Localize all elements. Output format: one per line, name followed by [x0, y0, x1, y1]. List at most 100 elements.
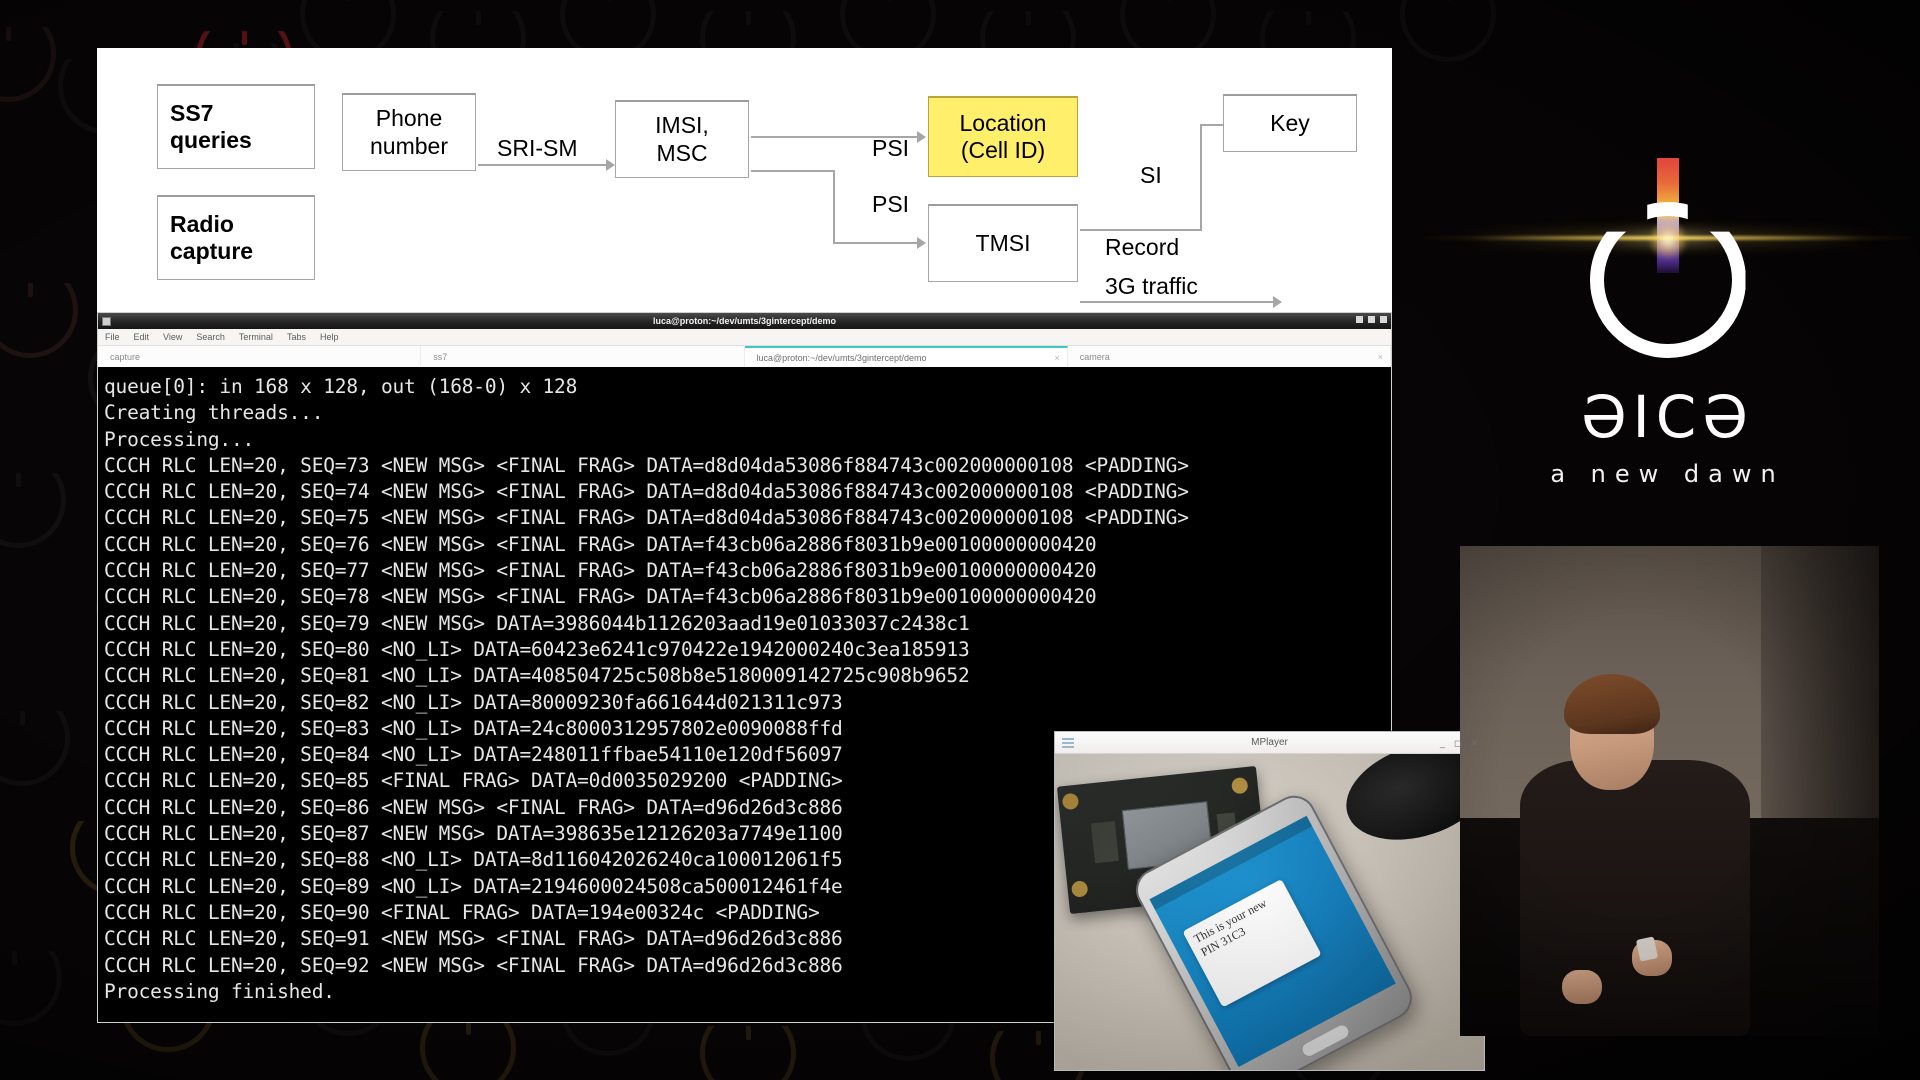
diagram-edge-record-traffic: [1080, 301, 1275, 303]
diagram-box-imsi-msc[interactable]: IMSI, MSC: [615, 100, 749, 178]
mplayer-window[interactable]: MPlayer _ ◻ ✕ This is your new PIN 31C3: [1054, 731, 1485, 1071]
maximize-icon[interactable]: ◻: [1454, 738, 1461, 749]
menu-item-terminal[interactable]: Terminal: [239, 332, 273, 342]
minimize-icon[interactable]: [1356, 316, 1363, 323]
terminal-line: CCCH RLC LEN=20, SEQ=80 <NO_LI> DATA=604…: [104, 637, 970, 661]
terminal-line: queue[0]: in 168 x 128, out (168-0) x 12…: [104, 375, 578, 398]
power-symbol-icon: [1400, 0, 1496, 62]
menu-item-file[interactable]: File: [105, 332, 120, 342]
terminal-window-title: luca@proton:~/dev/umts/3gintercept/demo: [652, 316, 837, 326]
diagram-box-ss7-queries[interactable]: SS7 queries: [157, 84, 315, 169]
power-button-icon: [1589, 202, 1746, 358]
speaker-body: [1520, 760, 1750, 1036]
box-line: queries: [170, 127, 252, 153]
speaker-camera-feed: [1460, 546, 1879, 1036]
diagram-edge-tmsi-to-key-h: [1080, 229, 1202, 231]
box-line: Key: [1270, 109, 1310, 136]
attack-flow-diagram: SS7 queries Radio capture Phone number I…: [97, 48, 1392, 312]
conference-logo: ƏICƏ a new dawn: [1415, 70, 1920, 540]
close-icon[interactable]: ✕: [1470, 738, 1478, 749]
menu-item-tabs[interactable]: Tabs: [287, 332, 306, 342]
diagram-arrowhead: [917, 131, 926, 143]
diagram-edge-tmsi-to-key-v: [1200, 124, 1202, 231]
terminal-line: CCCH RLC LEN=20, SEQ=74 <NEW MSG> <FINAL…: [104, 480, 1189, 504]
diagram-edge-imsi-to-tmsi-h2: [833, 242, 919, 244]
terminal-line: CCCH RLC LEN=20, SEQ=78 <NEW MSG> <FINAL…: [104, 585, 1097, 609]
tab-label: capture: [110, 351, 141, 362]
power-symbol-icon: [0, 473, 66, 548]
tab-label: camera: [1079, 351, 1110, 362]
terminal-line: CCCH RLC LEN=20, SEQ=82 <NO_LI> DATA=800…: [104, 690, 843, 714]
mplayer-window-controls[interactable]: _ ◻ ✕: [1440, 738, 1478, 749]
terminal-line: Creating threads...: [104, 401, 324, 425]
sms-message-bubble: This is your new PIN 31C3: [1182, 878, 1322, 1008]
power-symbol-icon: [0, 27, 56, 102]
logo-wordmark: ƏICƏ: [1581, 383, 1754, 451]
power-symbol-icon: [0, 711, 70, 786]
terminal-window-controls[interactable]: [1356, 316, 1387, 323]
speaker-left-hand: [1562, 970, 1602, 1004]
box-line: Location: [959, 109, 1047, 136]
diagram-edge-imsi-to-tmsi-v: [833, 170, 835, 242]
sma-connector: [1230, 776, 1249, 795]
diagram-box-radio-capture[interactable]: Radio capture: [157, 195, 315, 280]
terminal-tabbar[interactable]: capture ss7 luca@proton:~/dev/umts/3gint…: [98, 346, 1391, 368]
diagram-arrowhead: [606, 159, 615, 171]
box-line: TMSI: [975, 229, 1031, 256]
tab-close-icon[interactable]: ×: [1378, 352, 1383, 362]
terminal-tab-ss7[interactable]: ss7: [421, 346, 745, 367]
mplayer-titlebar[interactable]: MPlayer _ ◻ ✕: [1055, 732, 1484, 754]
mplayer-video-surface[interactable]: This is your new PIN 31C3: [1055, 754, 1484, 1070]
terminal-line: CCCH RLC LEN=20, SEQ=75 <NEW MSG> <FINAL…: [104, 506, 1189, 530]
diagram-box-phone-number[interactable]: Phone number: [342, 93, 476, 171]
diagram-box-key[interactable]: Key: [1223, 94, 1357, 152]
stage-backdrop-shadow: [1761, 546, 1879, 818]
terminal-tab-camera[interactable]: camera ×: [1067, 346, 1391, 367]
diagram-arrowhead: [917, 237, 926, 249]
terminal-line: CCCH RLC LEN=20, SEQ=76 <NEW MSG> <FINAL…: [104, 532, 1097, 556]
diagram-label-3g-traffic: 3G traffic: [1105, 273, 1198, 299]
menu-item-edit[interactable]: Edit: [134, 332, 150, 342]
diagram-edge-imsi-to-tmsi-h1: [751, 170, 833, 172]
power-symbol-icon: [0, 951, 62, 1026]
diagram-label-si: SI: [1140, 162, 1162, 188]
box-line: number: [370, 132, 448, 159]
tab-close-icon[interactable]: ×: [1054, 353, 1059, 363]
terminal-line: CCCH RLC LEN=20, SEQ=79 <NEW MSG> DATA=3…: [104, 611, 970, 635]
close-icon[interactable]: [1380, 316, 1387, 323]
diagram-arrowhead: [1273, 296, 1282, 308]
box-line: Radio: [170, 210, 234, 237]
logo-tagline: a new dawn: [1550, 460, 1785, 488]
presentation-slide: SS7 queries Radio capture Phone number I…: [97, 48, 1485, 1071]
diagram-box-location-cell-id[interactable]: Location (Cell ID): [928, 96, 1078, 177]
tab-label: ss7: [433, 351, 448, 362]
tab-label: luca@proton:~/dev/umts/3gintercept/demo: [756, 352, 927, 363]
diagram-box-tmsi[interactable]: TMSI: [928, 204, 1078, 282]
box-line: MSC: [656, 139, 708, 166]
maximize-icon[interactable]: [1368, 316, 1375, 323]
power-symbol-icon: [0, 283, 78, 358]
diagram-label-record: Record: [1105, 234, 1180, 260]
diagram-edge-tmsi-to-key-h2: [1200, 124, 1223, 126]
diagram-label-sri-sm: SRI-SM: [497, 135, 578, 161]
menu-item-view[interactable]: View: [163, 332, 182, 342]
diagram-label-psi-lower: PSI: [872, 191, 910, 217]
terminal-titlebar[interactable]: luca@proton:~/dev/umts/3gintercept/demo: [98, 313, 1391, 329]
sma-connector: [1070, 880, 1089, 898]
mplayer-window-title: MPlayer: [1251, 737, 1288, 748]
menu-item-help[interactable]: Help: [320, 332, 339, 342]
minimize-icon[interactable]: _: [1440, 738, 1445, 749]
terminal-tab-capture[interactable]: capture: [98, 346, 422, 367]
window-menu-icon[interactable]: [102, 316, 111, 326]
box-line: Phone: [375, 105, 443, 132]
terminal-tab-demo[interactable]: luca@proton:~/dev/umts/3gintercept/demo …: [744, 346, 1068, 367]
menu-icon[interactable]: [1062, 737, 1074, 748]
box-line: capture: [170, 238, 254, 264]
menu-item-search[interactable]: Search: [196, 332, 225, 342]
terminal-line: CCCH RLC LEN=20, SEQ=81 <NO_LI> DATA=408…: [104, 664, 970, 688]
terminal-menubar[interactable]: File Edit View Search Terminal Tabs Help: [98, 329, 1391, 346]
diagram-edge-phone-to-imsi: [478, 164, 608, 166]
box-line: IMSI,: [655, 112, 709, 139]
box-line: SS7: [170, 99, 214, 126]
diagram-label-psi-upper: PSI: [872, 135, 910, 161]
